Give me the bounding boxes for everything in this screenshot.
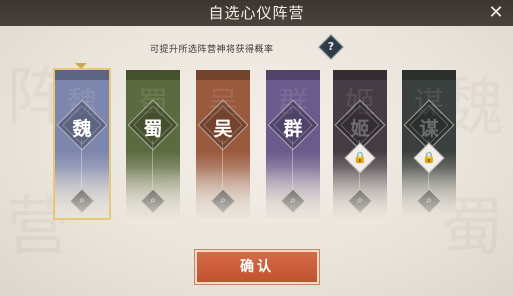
faction-label: 魏 (72, 118, 92, 140)
title-bar: 自选心仪阵营 ✕ (0, 0, 513, 26)
faction-card-1[interactable]: 魏魏⌕ (55, 70, 109, 218)
faction-card-6[interactable]: 谋谋🔒⌕ (402, 70, 456, 218)
faction-label: 姬 (350, 118, 370, 140)
faction-card-3[interactable]: 吴吴⌕ (196, 70, 250, 218)
page-title: 自选心仪阵营 (208, 4, 305, 22)
close-icon[interactable]: ✕ (487, 4, 505, 22)
lock-glyph: 🔒 (353, 151, 367, 164)
card-fade (266, 168, 320, 218)
faction-label: 谋 (419, 118, 439, 140)
confirm-button[interactable]: 确认 (194, 249, 320, 285)
card-fade (126, 168, 180, 218)
question-mark: ? (327, 40, 335, 53)
card-fade (402, 168, 456, 218)
card-fade (333, 168, 387, 218)
faction-card-5[interactable]: 姬姬🔒⌕ (333, 70, 387, 218)
faction-card-2[interactable]: 蜀蜀⌕ (126, 70, 180, 218)
faction-label: 群 (283, 118, 303, 140)
card-fade (196, 168, 250, 218)
probability-hint: 可提升所选阵营神将获得概率 (150, 45, 274, 55)
faction-label: 吴 (213, 118, 233, 140)
lock-glyph: 🔒 (422, 151, 436, 164)
faction-card-4[interactable]: 群群⌕ (266, 70, 320, 218)
card-fade (55, 168, 109, 218)
selected-indicator-icon (75, 63, 87, 69)
faction-label: 蜀 (143, 118, 163, 140)
